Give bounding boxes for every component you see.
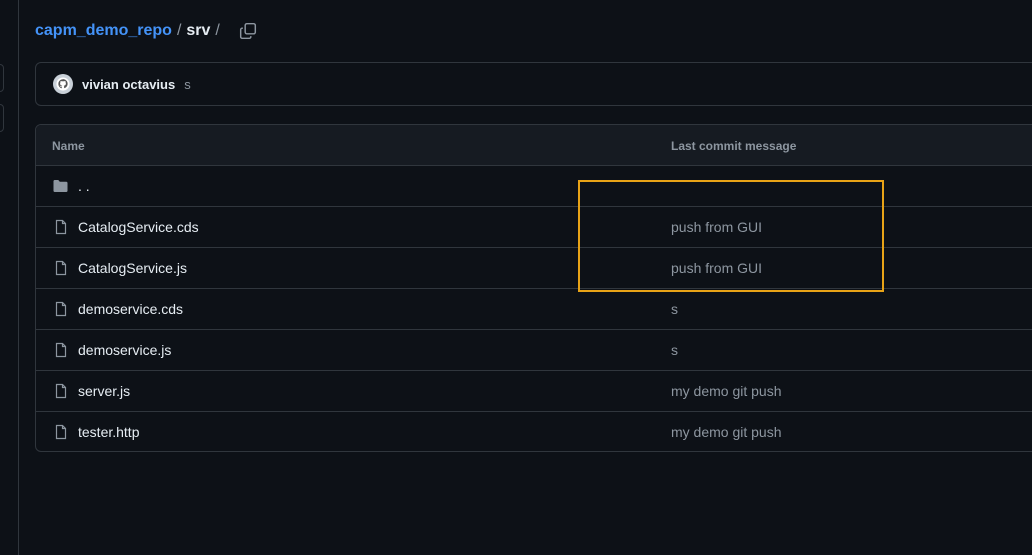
table-row[interactable]: server.js my demo git push: [36, 371, 1032, 412]
rail-tab[interactable]: [0, 104, 4, 132]
breadcrumb: capm_demo_repo / srv /: [35, 18, 257, 44]
commit-author[interactable]: vivian octavius: [82, 77, 175, 92]
column-header-name: Name: [52, 139, 85, 153]
breadcrumb-separator: /: [215, 22, 220, 39]
column-header-message: Last commit message: [671, 139, 797, 153]
file-icon: [55, 342, 67, 358]
parent-directory-link[interactable]: . .: [78, 178, 90, 194]
table-row[interactable]: CatalogService.js push from GUI: [36, 248, 1032, 289]
github-icon: [56, 77, 70, 91]
file-name-link[interactable]: CatalogService.cds: [78, 219, 199, 235]
file-commit-message[interactable]: push from GUI: [671, 219, 762, 235]
file-commit-message[interactable]: push from GUI: [671, 260, 762, 276]
file-icon: [55, 219, 67, 235]
table-row[interactable]: demoservice.js s: [36, 330, 1032, 371]
file-commit-message[interactable]: s: [671, 301, 678, 317]
file-icon: [55, 383, 67, 399]
table-row[interactable]: demoservice.cds s: [36, 289, 1032, 330]
file-name-link[interactable]: demoservice.cds: [78, 301, 183, 317]
avatar[interactable]: [53, 74, 73, 94]
folder-icon: [53, 180, 68, 192]
file-name-link[interactable]: CatalogService.js: [78, 260, 187, 276]
commit-message[interactable]: s: [184, 77, 191, 92]
file-icon: [55, 301, 67, 317]
file-commit-message[interactable]: my demo git push: [671, 383, 782, 399]
table-header: Name Last commit message: [36, 125, 1032, 166]
parent-directory-row[interactable]: . .: [36, 166, 1032, 207]
breadcrumb-repo-link[interactable]: capm_demo_repo: [35, 22, 172, 40]
file-commit-message[interactable]: my demo git push: [671, 424, 782, 440]
table-row[interactable]: CatalogService.cds push from GUI: [36, 207, 1032, 248]
file-name-link[interactable]: tester.http: [78, 424, 139, 440]
breadcrumb-separator: /: [176, 22, 182, 39]
file-icon: [55, 424, 67, 440]
file-name-link[interactable]: server.js: [78, 383, 130, 399]
left-rail: [0, 0, 19, 555]
file-icon: [55, 260, 67, 276]
breadcrumb-current-dir: srv: [186, 22, 211, 39]
table-row[interactable]: tester.http my demo git push: [36, 412, 1032, 451]
file-name-link[interactable]: demoservice.js: [78, 342, 171, 358]
file-table: Name Last commit message . . CatalogServ…: [35, 124, 1032, 452]
latest-commit-bar: vivian octavius s: [35, 62, 1032, 106]
copy-path-icon[interactable]: [239, 22, 257, 40]
rail-tab[interactable]: [0, 64, 4, 92]
file-commit-message[interactable]: s: [671, 342, 678, 358]
